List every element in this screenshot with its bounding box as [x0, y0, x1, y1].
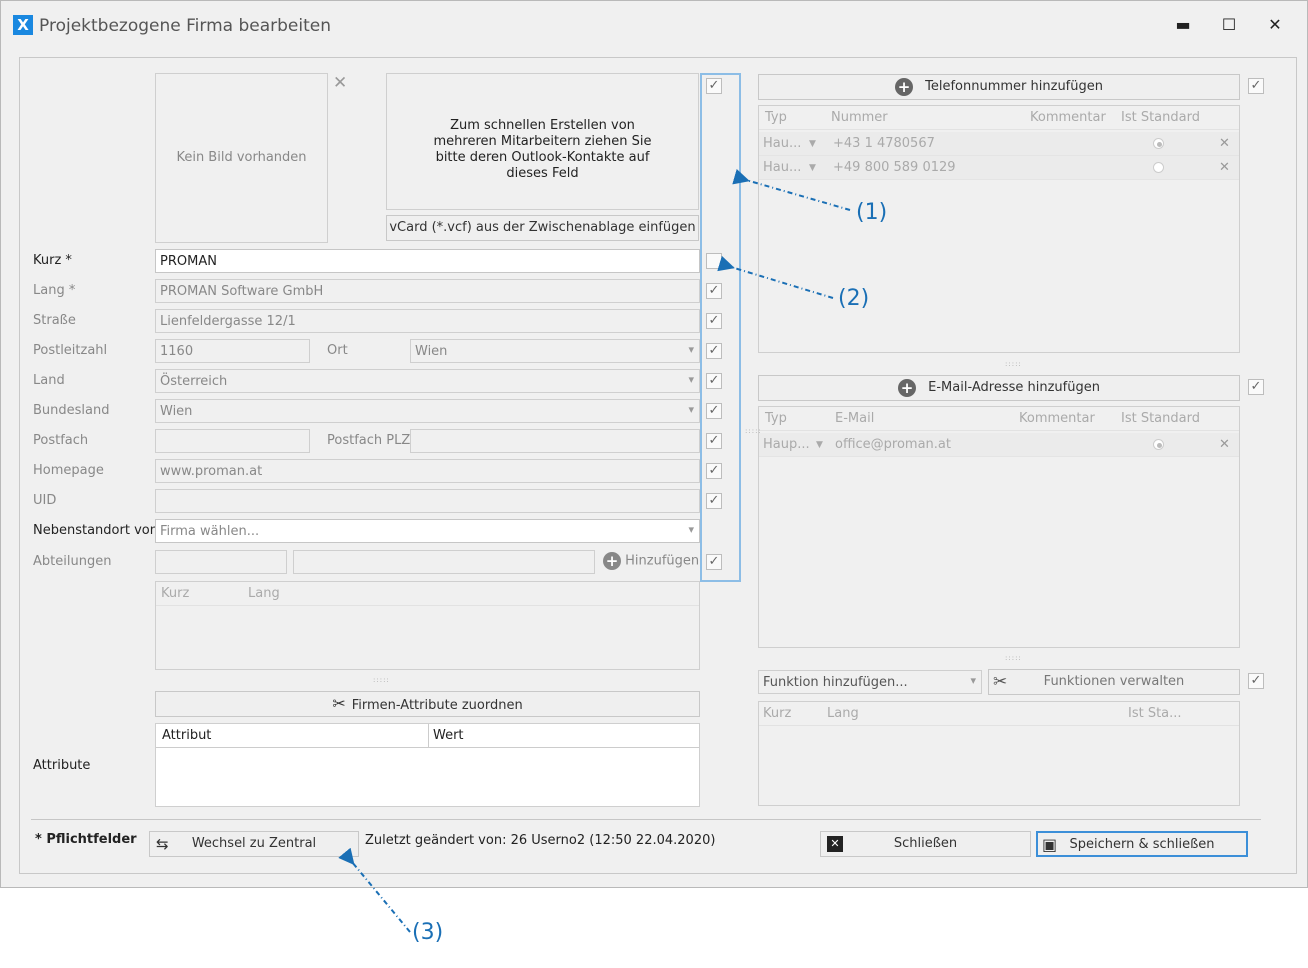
annotation-arrow-1	[732, 168, 851, 211]
annotation-arrow-3	[338, 847, 411, 933]
annotation-label-1: (1)	[856, 200, 888, 225]
annotation-arrow-2	[717, 255, 834, 299]
annotation-label-2: (2)	[838, 286, 870, 311]
annotation-label-3: (3)	[412, 920, 444, 945]
annotation-arrows	[338, 168, 851, 933]
